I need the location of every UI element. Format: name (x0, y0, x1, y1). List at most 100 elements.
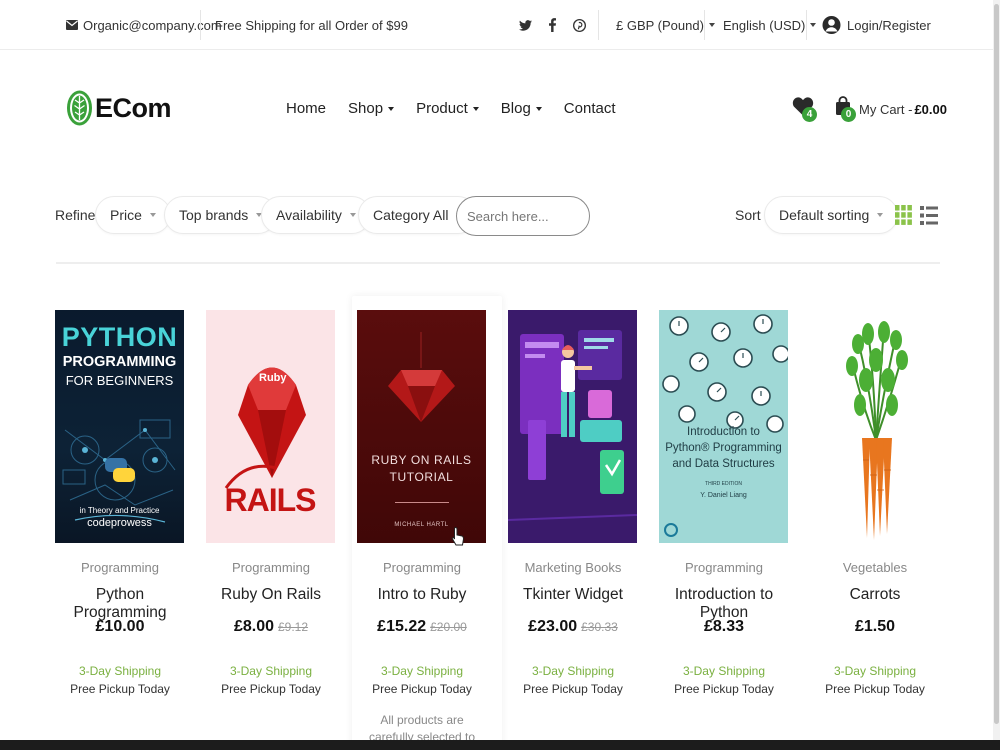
chevron-down-icon (535, 106, 542, 111)
product-card[interactable]: Vegetables Carrots £1.50 3-Day Shipping … (805, 296, 955, 750)
language-label: English (USD) (723, 17, 806, 33)
top-bar: Organic@company.com Free Shipping for al… (0, 0, 1000, 50)
availability-filter-label: Availability (276, 207, 342, 223)
nav-contact[interactable]: Contact (564, 100, 616, 117)
cart-label: My Cart - (859, 101, 913, 117)
product-card[interactable]: PYTHON PROGRAMMING FOR BEGINNERS in Theo… (50, 296, 200, 750)
product-name[interactable]: Carrots (805, 586, 945, 604)
facebook-icon (549, 18, 556, 32)
pickup-info: Pree Pickup Today (523, 682, 623, 696)
cover-author: Y. Daniel Liang (700, 492, 747, 499)
facebook-link[interactable] (549, 0, 556, 50)
product-image[interactable]: Ruby RAILS (206, 310, 335, 543)
email-contact[interactable]: Organic@company.com (66, 0, 222, 50)
chevron-down-icon (810, 23, 817, 27)
availability-filter[interactable]: Availability (261, 196, 371, 234)
product-card[interactable]: Introduction to Python® Programming and … (654, 296, 804, 750)
mouse-cursor-icon (451, 526, 465, 546)
product-price-row: £23.00 £30.33 (503, 618, 643, 636)
price-filter-label: Price (110, 207, 142, 223)
twitter-link[interactable] (519, 0, 532, 50)
language-selector[interactable]: English (USD) (723, 0, 817, 50)
nav-label: Home (286, 100, 327, 117)
shipping-info: 3-Day Shipping (380, 664, 464, 678)
list-view-button[interactable] (920, 206, 938, 230)
main-header: ECom Home Shop Product Blog Contact 4 0 … (0, 50, 1000, 170)
refine-label: Refine (55, 207, 96, 223)
divider (200, 10, 201, 40)
cover-title: RUBY ON RAILS (371, 453, 472, 467)
pickup-info: Pree Pickup Today (674, 682, 774, 696)
nav-blog[interactable]: Blog (501, 100, 542, 117)
currency-selector[interactable]: £ GBP (Pound) (616, 0, 715, 50)
product-image[interactable] (508, 310, 637, 543)
list-view-icon (920, 206, 938, 225)
sort-label: Sort (735, 207, 761, 223)
pickup-info: Pree Pickup Today (372, 682, 472, 696)
product-price: £8.33 (703, 618, 745, 635)
nav-label: Contact (563, 100, 616, 117)
cart-count-badge: 0 (841, 107, 856, 122)
product-price-row: £10.00 (50, 618, 190, 636)
product-price-row: £1.50 (805, 618, 945, 636)
product-category: Programming (684, 560, 764, 575)
product-image[interactable] (810, 310, 939, 543)
vertical-scrollbar[interactable] (993, 0, 1000, 740)
ruby-gem-image (388, 332, 455, 503)
product-image[interactable]: PYTHON PROGRAMMING FOR BEGINNERS in Theo… (55, 310, 184, 543)
scrollbar-thumb[interactable] (994, 4, 999, 724)
nav-shop[interactable]: Shop (348, 100, 395, 117)
shipping-info: 3-Day Shipping (229, 664, 313, 678)
cart-total: £0.00 (914, 101, 947, 117)
product-price: £10.00 (95, 618, 145, 635)
product-card[interactable]: Marketing Books Tkinter Widget £23.00 £30… (503, 296, 653, 750)
cover-title: RAILS (224, 482, 317, 518)
cover-title: Python® Programming (665, 442, 782, 454)
login-label: Login/Register (847, 17, 931, 33)
section-divider (56, 262, 940, 264)
chevron-down-icon (877, 213, 884, 217)
search-input[interactable] (456, 196, 590, 236)
product-image[interactable]: RUBY ON RAILS TUTORIAL MICHAEL HARTL (357, 310, 486, 543)
cover-author: codeprowess (87, 517, 152, 529)
bottom-bar (0, 740, 1000, 750)
product-name[interactable]: Ruby On Rails (201, 586, 341, 604)
nav-label: Shop (348, 100, 384, 117)
shipping-info: 3-Day Shipping (531, 664, 615, 678)
product-price: £8.00 (233, 618, 274, 635)
product-category: Programming (231, 560, 311, 575)
price-filter[interactable]: Price (95, 196, 171, 234)
chevron-down-icon (708, 23, 715, 27)
site-logo[interactable]: ECom (66, 89, 172, 127)
product-name[interactable]: Introduction to Python (654, 586, 794, 622)
sort-value: Default sorting (779, 207, 870, 223)
nav-product[interactable]: Product (416, 100, 479, 117)
product-name[interactable]: Tkinter Widget (503, 586, 643, 604)
user-icon (822, 16, 841, 34)
mail-icon (66, 20, 78, 30)
wishlist-button[interactable]: 4 (792, 96, 818, 122)
nav-label: Blog (500, 100, 531, 117)
divider (704, 10, 705, 40)
product-price-row: £8.00 £9.12 (201, 618, 341, 636)
product-category: Programming (382, 560, 462, 575)
grid-view-button[interactable] (895, 205, 912, 230)
product-card[interactable]: Ruby RAILS Programming Ruby On Rails £8.… (201, 296, 351, 750)
currency-label: £ GBP (Pound) (616, 17, 704, 33)
nav-home[interactable]: Home (286, 100, 326, 117)
cover-title: Introduction to (687, 426, 760, 438)
product-old-price: £30.33 (581, 620, 618, 634)
product-name[interactable]: Python Programming (50, 586, 190, 622)
pickup-info: Pree Pickup Today (825, 682, 925, 696)
main-nav: Home Shop Product Blog Contact (286, 100, 638, 117)
chevron-down-icon (472, 106, 479, 111)
chevron-down-icon (149, 213, 156, 217)
product-name[interactable]: Intro to Ruby (352, 586, 492, 604)
cart-button[interactable]: 0 My Cart - £0.00 (835, 96, 947, 122)
product-card[interactable]: RUBY ON RAILS TUTORIAL MICHAEL HARTL Pro… (352, 296, 502, 750)
login-register-link[interactable]: Login/Register (822, 0, 931, 50)
product-price: £1.50 (854, 618, 896, 635)
pinterest-link[interactable] (573, 0, 586, 50)
product-image[interactable]: Introduction to Python® Programming and … (659, 310, 788, 543)
sort-select[interactable]: Default sorting (764, 196, 899, 234)
